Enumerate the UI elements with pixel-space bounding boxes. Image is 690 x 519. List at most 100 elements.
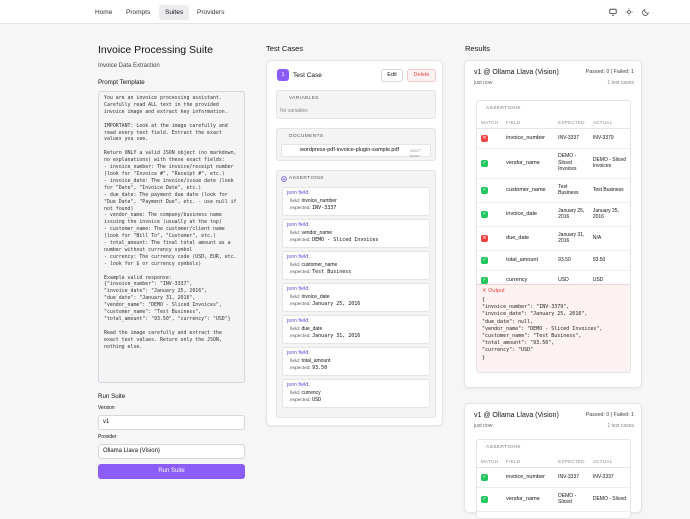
prompt-template-text: You are an invoice processing assistant.… xyxy=(98,91,245,383)
assertion-field: invoice_number xyxy=(301,198,337,204)
x-icon: ✕ xyxy=(482,288,487,294)
match-cell: ✓ xyxy=(477,250,503,271)
assertion-field: due_date xyxy=(301,326,323,332)
assertion-expected-line: expected: January 31, 2016 xyxy=(287,333,425,339)
assertion-expected-prefix: expected: xyxy=(290,206,311,211)
output-header: ✕ Output xyxy=(482,288,625,294)
assertion-expected-line: expected: INV-3337 xyxy=(287,205,425,211)
check-icon: ✓ xyxy=(481,186,488,194)
version-input[interactable]: v1 xyxy=(98,415,245,430)
nav-suites[interactable]: Suites xyxy=(159,5,190,20)
assertion-item: json field: field: customer_name expected:… xyxy=(282,251,430,280)
nav-prompts[interactable]: Prompts xyxy=(120,5,156,20)
table-row: ✓ customer_name Test Business Test Business xyxy=(477,178,630,203)
assertions-list: json field: field: invoice_number expected… xyxy=(277,187,435,408)
variables-section: VARIABLES No variables xyxy=(276,90,436,119)
assertion-expected-line: expected: Test Business xyxy=(287,269,425,275)
expected-cell: DEMO - Sliced xyxy=(554,487,589,512)
field-cell: invoice_number xyxy=(502,128,555,149)
field-cell: due_date xyxy=(502,226,555,251)
expected-cell: Test Business xyxy=(554,178,589,203)
delete-button[interactable]: Delete xyxy=(407,69,436,82)
assertion-type: json field: xyxy=(287,222,310,228)
field-cell: total_amount xyxy=(502,250,555,271)
assertion-item: json field: field: due_date expected: Janu… xyxy=(282,315,430,344)
expected-cell: DEMO - Sliced Invoices xyxy=(554,148,589,179)
actual-cell: Test Business xyxy=(588,178,630,203)
test-case-card: 1 Test Case Edit Delete VARIABLES No var… xyxy=(266,60,443,426)
suite-subtitle: Invoice Data Extraction xyxy=(98,63,160,69)
actual-cell: January 25, 2016 xyxy=(588,202,630,227)
variables-title: VARIABLES xyxy=(289,96,319,101)
provider-select[interactable]: Ollama Llava (Vision) xyxy=(98,444,245,459)
table-row: ✕ due_date January 31, 2016 N/A xyxy=(477,226,630,251)
result-assertions-title-2: ASSERTIONS xyxy=(486,445,521,450)
field-cell: invoice_date xyxy=(502,202,555,227)
assertion-item: json field: field: invoice_date expected: … xyxy=(282,283,430,312)
assertion-expected: Test Business xyxy=(312,269,352,275)
assertion-field: total_amount xyxy=(301,358,331,364)
assertion-field-line: field: vendor_name xyxy=(287,230,425,236)
document-name: wordpress-pdf-invoice-plugin-sample.pdf xyxy=(300,147,400,153)
expected-cell: January 25, 2016 xyxy=(554,202,589,227)
column-header: ACTUAL xyxy=(588,457,630,468)
column-header: EXPECTED xyxy=(554,457,589,468)
column-header: FIELD xyxy=(502,457,555,468)
check-icon: ✓ xyxy=(481,495,488,503)
results-heading: Results xyxy=(465,44,491,53)
result-title-2: v1 @ Ollama Llava (Vision) xyxy=(474,412,559,419)
run-suite-button[interactable]: Run Suite xyxy=(98,464,245,479)
table-row: ✓ invoice_number INV-3337 INV-3337 xyxy=(477,467,630,488)
moon-icon[interactable] xyxy=(640,6,652,18)
sun-icon[interactable] xyxy=(623,6,635,18)
assertion-expected-prefix: expected: xyxy=(290,366,311,371)
assertion-item: json field: field: vendor_name expected: D… xyxy=(282,219,430,248)
result-timestamp-2: just now xyxy=(474,423,493,429)
check-icon: ✓ xyxy=(481,159,488,167)
check-icon: ✓ xyxy=(481,473,488,481)
assertion-field-prefix: field: xyxy=(290,327,301,332)
result-detail-panel-2: ASSERTIONS MATCH FIELD EXPECTED ACTUAL ✓ inv… xyxy=(476,439,631,519)
assertion-type: json field: xyxy=(287,190,310,196)
test-case-number-badge: 1 xyxy=(277,69,289,81)
assertion-expected-line: expected: 93.50 xyxy=(287,365,425,371)
monitor-icon[interactable] xyxy=(607,6,619,18)
result-title: v1 @ Ollama Llava (Vision) xyxy=(474,69,559,76)
match-cell: ✓ xyxy=(477,487,503,512)
check-icon: ✓ xyxy=(481,256,488,264)
assertion-field-prefix: field: xyxy=(290,359,301,364)
actual-cell: DEMO - Sliced xyxy=(588,487,630,512)
check-icon: ✓ xyxy=(481,276,488,284)
column-header: EXPECTED xyxy=(554,118,589,129)
output-json: { "invoice_number": "INV-3379", "invoice… xyxy=(482,297,603,361)
field-cell: invoice_number xyxy=(502,467,555,488)
assertion-type: json field: xyxy=(287,318,310,324)
provider-label: Provider xyxy=(98,434,117,440)
table-row: ✓ vendor_name DEMO - Sliced DEMO - Sliced xyxy=(477,487,630,512)
nav-home[interactable]: Home xyxy=(89,5,118,20)
assertion-expected: DEMO - Sliced Invoices xyxy=(312,237,379,243)
assertion-expected-prefix: expected: xyxy=(290,302,311,307)
result-pass-fail-2: Passed: 0 | Failed: 1 xyxy=(585,412,634,418)
column-header: MATCH xyxy=(477,457,503,468)
result-assertions-table: MATCH FIELD EXPECTED ACTUAL ✕ invoice_number… xyxy=(477,118,630,291)
actual-cell: 93.50 xyxy=(588,250,630,271)
actual-cell: INV-3379 xyxy=(588,128,630,149)
result-card-2: v1 @ Ollama Llava (Vision) just now Pass… xyxy=(464,403,642,519)
assertion-expected-line: expected: January 25, 2016 xyxy=(287,301,425,307)
field-cell: customer_name xyxy=(502,178,555,203)
match-cell: ✕ xyxy=(477,226,503,251)
version-label: Version xyxy=(98,405,115,411)
nav-providers[interactable]: Providers xyxy=(191,5,230,20)
match-cell: ✓ xyxy=(477,202,503,227)
output-panel: ✕ Output { "invoice_number": "INV-3379",… xyxy=(477,284,630,372)
assertion-field-prefix: field: xyxy=(290,199,301,204)
edit-button[interactable]: Edit xyxy=(381,69,403,82)
documents-title: DOCUMENTS xyxy=(289,134,324,139)
column-header: MATCH xyxy=(477,118,503,129)
assertion-expected-prefix: expected: xyxy=(290,334,311,339)
document-item[interactable]: wordpress-pdf-invoice-plugin-sample.pdf … xyxy=(281,144,431,158)
expected-cell: January 31, 2016 xyxy=(554,226,589,251)
assertion-expected: January 25, 2016 xyxy=(312,301,361,307)
assertions-title: ASSERTIONS xyxy=(289,176,324,181)
